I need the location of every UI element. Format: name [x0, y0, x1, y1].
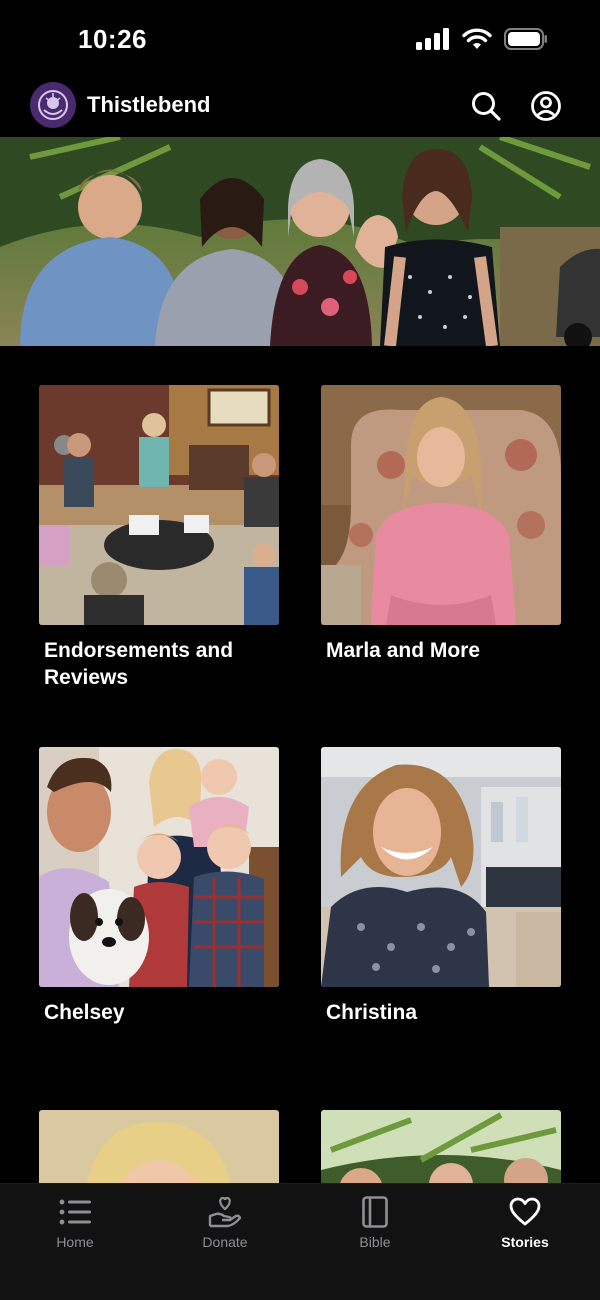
- tab-label: Home: [56, 1234, 94, 1250]
- battery-icon: [504, 28, 547, 50]
- story-image: [321, 747, 561, 987]
- app-header: Thistlebend: [0, 80, 600, 136]
- story-card[interactable]: Christina: [321, 747, 561, 1026]
- book-icon: [315, 1194, 435, 1230]
- hero-photo: [0, 137, 600, 346]
- search-icon[interactable]: [470, 90, 502, 122]
- story-card[interactable]: Endorsements and Reviews: [39, 385, 279, 691]
- list-icon: [15, 1194, 135, 1230]
- story-title: Endorsements and Reviews: [44, 639, 234, 689]
- tab-label: Bible: [359, 1234, 391, 1250]
- story-card[interactable]: Marla and More: [321, 385, 561, 664]
- story-title: Chelsey: [44, 1001, 125, 1024]
- tab-stories[interactable]: Stories: [465, 1194, 585, 1250]
- status-icons: [416, 28, 548, 50]
- story-card[interactable]: Chelsey: [39, 747, 279, 1026]
- tab-bible[interactable]: Bible: [315, 1194, 435, 1250]
- story-thumbnail: [39, 747, 279, 987]
- heart-icon: [465, 1194, 585, 1230]
- tab-home[interactable]: Home: [15, 1194, 135, 1250]
- thistlebend-logo-icon[interactable]: [30, 82, 76, 128]
- tab-bar: Home Donate Bible Stories: [0, 1183, 600, 1300]
- status-bar: 10:26: [0, 0, 600, 80]
- account-icon[interactable]: [530, 90, 562, 122]
- story-title: Marla and More: [326, 639, 481, 662]
- story-title: Christina: [326, 1001, 418, 1024]
- story-image: [39, 747, 279, 987]
- story-thumbnail: [39, 385, 279, 625]
- tab-donate[interactable]: Donate: [165, 1194, 285, 1250]
- tab-label: Stories: [501, 1234, 549, 1250]
- donate-hand-heart-icon: [165, 1194, 285, 1230]
- app-title: Thistlebend: [87, 92, 211, 117]
- story-image: [39, 385, 279, 625]
- story-image: [321, 385, 561, 625]
- story-thumbnail: [321, 747, 561, 987]
- wifi-icon: [462, 28, 492, 49]
- cellular-signal-icon: [416, 28, 449, 50]
- hero-image[interactable]: [0, 137, 600, 346]
- status-time: 10:26: [78, 24, 147, 54]
- story-thumbnail: [321, 385, 561, 625]
- tab-label: Donate: [202, 1234, 248, 1250]
